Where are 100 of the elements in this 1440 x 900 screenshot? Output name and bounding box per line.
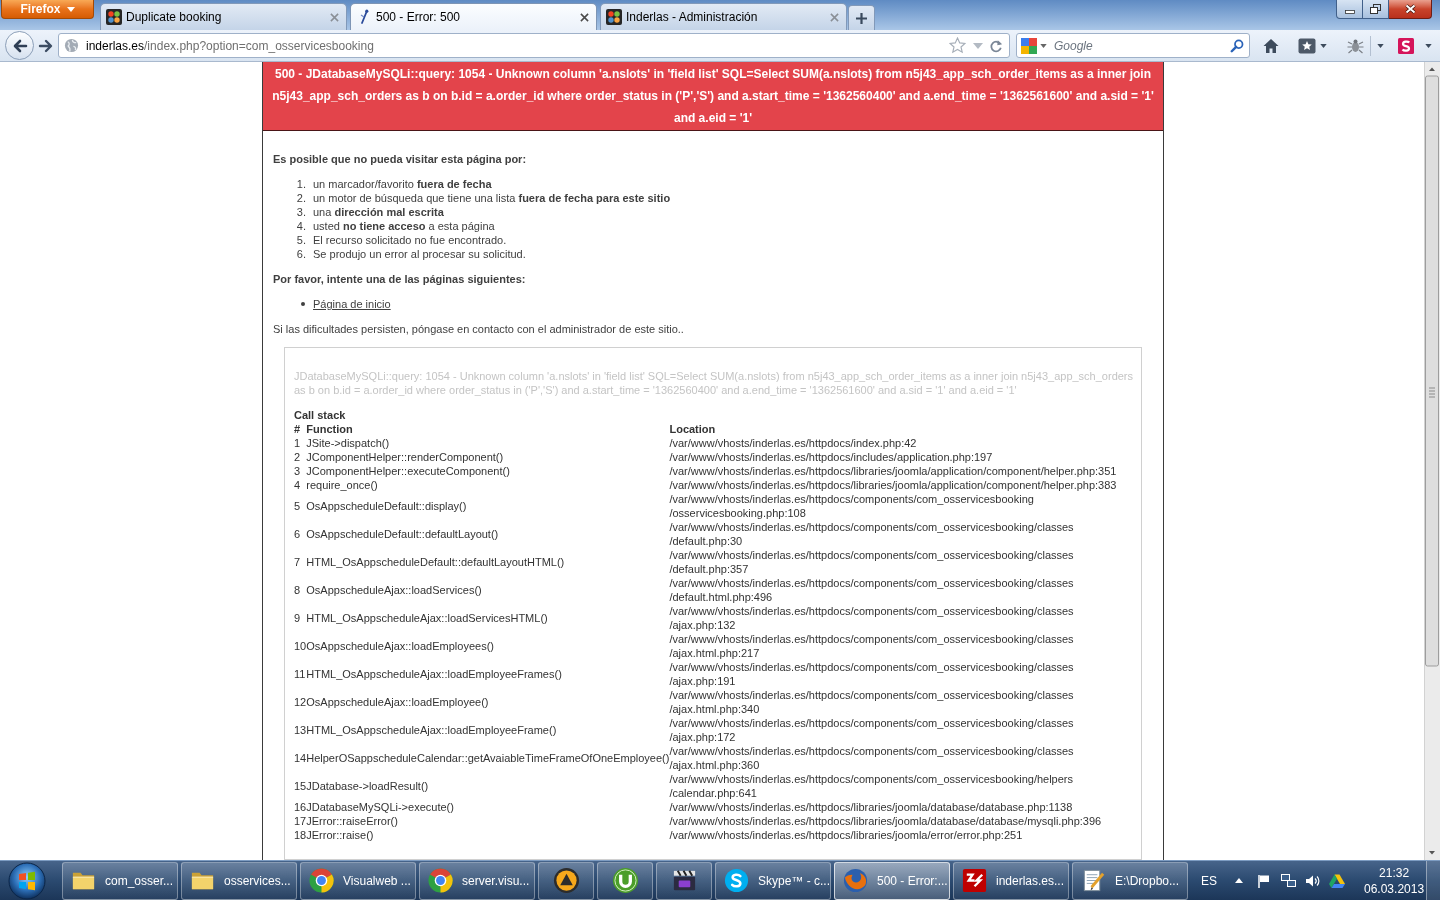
- s-logo-icon[interactable]: [1398, 37, 1414, 54]
- taskbar-button[interactable]: osservices...: [181, 861, 297, 900]
- back-button[interactable]: [5, 31, 34, 60]
- new-tab-button[interactable]: [848, 5, 875, 30]
- file-path: /var/www/vhosts/inderlas.es/httpdocs/index.php:42: [669, 436, 917, 450]
- browser-tab[interactable]: Inderlas - Administración: [600, 3, 847, 30]
- file-path: /var/www/vhosts/inderlas.es/httpdocs/components/com_osservicesbooking/classes/ajax.html.php:340: [669, 688, 1075, 716]
- frame-number: 13: [294, 723, 307, 737]
- frame-number: 12: [294, 695, 307, 709]
- show-desktop-button[interactable]: [1426, 861, 1440, 900]
- search-field[interactable]: Google: [1016, 33, 1250, 58]
- function-name: HelperOSappscheduleCalendar::getAvaiableTimeFrameOfOneEmployee(): [306, 752, 670, 764]
- globe-icon: [64, 38, 79, 53]
- frame-number: 14: [294, 751, 307, 765]
- browser-icon: [427, 867, 454, 894]
- taskbar-button[interactable]: [656, 861, 712, 900]
- file-path: /var/www/vhosts/inderlas.es/httpdocs/components/com_osservicesbooking/classes/ajax.php:132: [669, 604, 1075, 632]
- caret-icon[interactable]: [1040, 43, 1047, 48]
- language-indicator[interactable]: ES: [1201, 871, 1217, 890]
- reason-text: usted no tiene acceso a esta página: [313, 219, 495, 233]
- reason-text: una dirección mal escrita: [313, 205, 444, 219]
- frame-number: 8: [294, 583, 301, 597]
- file-path: /var/www/vhosts/inderlas.es/httpdocs/libraries/joomla/error/error.php:251: [669, 828, 1023, 842]
- function-name: JComponentHelper::executeComponent(): [306, 464, 510, 478]
- triangle-logo-icon[interactable]: [1329, 873, 1345, 888]
- frame-number: 4: [294, 478, 301, 492]
- file-path: /var/www/vhosts/inderlas.es/httpdocs/components/com_osservicesbooking/osservicesbooking.php:108: [669, 492, 1035, 520]
- window-close-button[interactable]: [1389, 0, 1432, 19]
- frame-number: 2: [294, 450, 301, 464]
- browser-tab[interactable]: 500 - Error: 500: [350, 3, 597, 30]
- taskbar-button[interactable]: Skype™ - c...: [715, 861, 831, 900]
- function-name: JSite->dispatch(): [306, 436, 390, 450]
- function-name: OsAppscheduleDefault::display(): [306, 499, 467, 513]
- file-path: /var/www/vhosts/inderlas.es/httpdocs/components/com_osservicesbooking/helpers/calendar.php:641: [669, 772, 1074, 800]
- scrollbar[interactable]: [1424, 62, 1440, 860]
- star-icon[interactable]: [949, 37, 966, 54]
- frame-number: 16: [294, 800, 307, 814]
- list-number: 4.: [296, 219, 306, 233]
- caret-icon[interactable]: [1377, 43, 1384, 48]
- close-icon[interactable]: [580, 12, 589, 22]
- intro-heading: Es posible que no pueda visitar esta página por:: [273, 152, 527, 166]
- file-path: /var/www/vhosts/inderlas.es/httpdocs/components/com_osservicesbooking/classes/default.php:30: [669, 520, 1075, 548]
- caret-icon[interactable]: [1320, 43, 1327, 48]
- taskbar-button[interactable]: [538, 861, 594, 900]
- function-name: JError::raise(): [306, 828, 374, 842]
- file-path: /var/www/vhosts/inderlas.es/httpdocs/libraries/joomla/database/database.php:1138: [669, 800, 1073, 814]
- network-icon[interactable]: [1281, 873, 1296, 888]
- search-icon[interactable]: [1230, 38, 1244, 53]
- search-engine-icon[interactable]: [1021, 37, 1037, 54]
- function-name: JError::raiseError(): [306, 814, 398, 828]
- home-page-link[interactable]: Página de inicio: [313, 297, 391, 311]
- search-input[interactable]: Google: [1054, 35, 1224, 56]
- caret-icon[interactable]: [1425, 43, 1432, 48]
- zigzag-logo-icon: [961, 867, 988, 894]
- frame-number: 17: [294, 814, 307, 828]
- browser-tab[interactable]: Duplicate booking: [100, 3, 347, 30]
- windows-logo-icon: [8, 861, 46, 900]
- file-path: /var/www/vhosts/inderlas.es/httpdocs/components/com_osservicesbooking/classes/ajax.html.php:360: [669, 744, 1075, 772]
- clock-date[interactable]: 06.03.2013: [1364, 880, 1425, 897]
- home-icon[interactable]: [1263, 37, 1279, 54]
- taskbar-button[interactable]: 500 - Error:...: [834, 861, 950, 900]
- file-path: /var/www/vhosts/inderlas.es/httpdocs/libraries/joomla/application/component/helper.php:351: [669, 464, 1117, 478]
- flag-icon[interactable]: [1257, 873, 1271, 888]
- taskbar-button[interactable]: E:\Dropbo...: [1072, 861, 1188, 900]
- taskbar-button[interactable]: [597, 861, 653, 900]
- tray-expand-icon[interactable]: [1235, 878, 1243, 883]
- taskbar-button[interactable]: com_osser...: [62, 861, 178, 900]
- taskbar-button[interactable]: inderlas.es...: [953, 861, 1069, 900]
- forward-arrow-icon[interactable]: [38, 37, 54, 54]
- function-name: require_once(): [306, 478, 378, 492]
- reason-text: un marcador/favorito fuera de fecha: [313, 177, 492, 191]
- column-header: Function: [306, 422, 353, 436]
- reason-text: un motor de búsqueda que tiene una lista fuera de fecha para este sitio: [313, 191, 671, 205]
- restore-icon: [1370, 4, 1381, 14]
- file-path: /var/www/vhosts/inderlas.es/httpdocs/libraries/joomla/database/database/mysqli.php:396: [669, 814, 1102, 828]
- reason-text: Se produjo un error al procesar su solicitud.: [313, 247, 526, 261]
- browser-icon: [842, 867, 869, 894]
- bug-icon[interactable]: [1347, 37, 1364, 54]
- bookmarks-icon[interactable]: [1298, 37, 1316, 54]
- function-name: JDatabase->loadResult(): [306, 779, 429, 793]
- contact-note: Si las dificultades persisten, póngase en contacto con el administrador de este sitio..: [273, 322, 684, 336]
- taskbar-button[interactable]: Visualweb ...: [300, 861, 416, 900]
- file-path: /var/www/vhosts/inderlas.es/httpdocs/components/com_osservicesbooking/classes/ajax.html.php:217: [669, 632, 1075, 660]
- speaker-icon[interactable]: [1305, 873, 1320, 888]
- frame-number: 1: [294, 436, 301, 450]
- triangle-logo-icon: [552, 867, 580, 894]
- address-field[interactable]: inderlas.es/index.php?option=com_osservicesbooking: [58, 33, 1010, 58]
- minimize-button[interactable]: [1336, 0, 1363, 19]
- reload-icon[interactable]: [989, 38, 1003, 53]
- function-name: OsAppscheduleAjax::loadEmployee(): [306, 695, 489, 709]
- frame-number: 7: [294, 555, 301, 569]
- function-name: HTML_OsAppscheduleDefault::defaultLayoutHTML(): [306, 555, 565, 569]
- frame-number: 9: [294, 611, 301, 625]
- caret-icon: [66, 6, 75, 12]
- frame-number: 6: [294, 527, 301, 541]
- clock-time[interactable]: 21:32: [1379, 864, 1410, 881]
- taskbar-button[interactable]: server.visu...: [419, 861, 535, 900]
- file-path: /var/www/vhosts/inderlas.es/httpdocs/components/com_osservicesbooking/classes/ajax.php:191: [669, 660, 1075, 688]
- restore-button[interactable]: [1363, 0, 1389, 19]
- list-number: 2.: [296, 191, 306, 205]
